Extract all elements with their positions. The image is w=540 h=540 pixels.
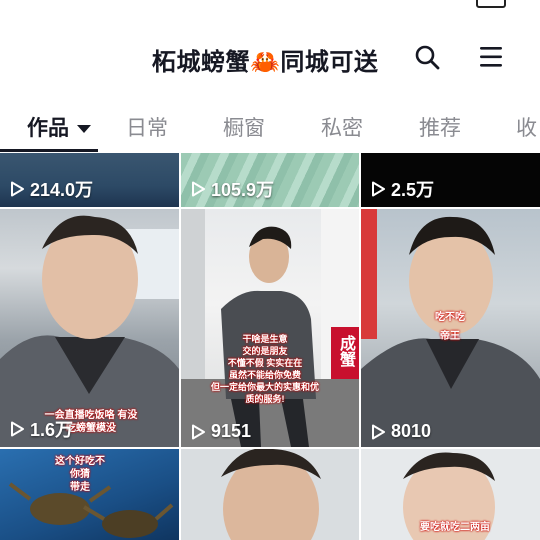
hamburger-menu-icon[interactable] bbox=[478, 46, 504, 70]
caption-line: 质的服务! bbox=[245, 394, 285, 404]
play-count: 1.6万 bbox=[8, 416, 73, 442]
page-title: 柘城螃蟹🦀同城可送 bbox=[152, 49, 379, 76]
play-count-text: 105.9万 bbox=[211, 180, 275, 200]
status-bar bbox=[0, 0, 540, 18]
tab-favorites[interactable]: 收 bbox=[516, 112, 537, 142]
tab-label: 作品 bbox=[27, 117, 69, 140]
tab-bar: 作品 日常 橱窗 私密 推荐 收 bbox=[0, 108, 540, 152]
tab-label: 橱窗 bbox=[223, 117, 265, 140]
tab-label: 收 bbox=[516, 117, 537, 140]
van-scene bbox=[181, 209, 359, 447]
header: 柘城螃蟹🦀同城可送 bbox=[0, 34, 540, 78]
play-count: 214.0万 bbox=[8, 176, 93, 202]
play-icon bbox=[11, 421, 24, 437]
caption-line: 虽然不能给你免费 bbox=[228, 370, 301, 380]
active-tab-indicator bbox=[0, 149, 98, 152]
video-thumbnail[interactable]: 要吃就吃二两亩 bbox=[361, 449, 540, 540]
tab-label: 私密 bbox=[321, 117, 363, 140]
video-thumbnail[interactable]: 214.0万 bbox=[0, 153, 179, 207]
play-count: 8010 bbox=[369, 421, 431, 442]
play-count-text: 214.0万 bbox=[30, 180, 94, 200]
caption-line: 不懂不假 实实在在 bbox=[227, 358, 303, 368]
caption-line: 交的是朋友 bbox=[242, 346, 288, 356]
video-grid: 214.0万 105.9万 2.5万 一会直播吃饭咯 有没吃螃蟹模没 1.6万 … bbox=[0, 153, 540, 540]
video-caption: 这个好吃不 你猜 带走 bbox=[40, 455, 120, 494]
caption-line: 干啥是生意 bbox=[242, 334, 288, 344]
play-count-text: 9151 bbox=[211, 421, 252, 441]
video-thumbnail[interactable] bbox=[181, 449, 359, 540]
video-thumbnail[interactable]: 一会直播吃饭咯 有没吃螃蟹模没 1.6万 bbox=[0, 209, 179, 447]
play-count: 2.5万 bbox=[369, 176, 434, 202]
video-thumbnail[interactable]: 2.5万 bbox=[361, 153, 540, 207]
tab-label: 推荐 bbox=[419, 117, 461, 140]
tab-daily[interactable]: 日常 bbox=[126, 112, 168, 142]
caption-line: 但一定给你最大的实惠和优 bbox=[210, 382, 319, 392]
caption-line: 这个好吃不 bbox=[55, 456, 105, 467]
video-thumbnail[interactable]: 105.9万 bbox=[181, 153, 359, 207]
video-caption: 吃不吃 帝王 bbox=[425, 311, 475, 343]
play-icon bbox=[192, 424, 205, 439]
play-icon bbox=[372, 424, 385, 439]
play-count-text: 2.5万 bbox=[391, 180, 435, 200]
caption-line: 你猜 bbox=[70, 469, 90, 480]
play-icon bbox=[192, 181, 205, 197]
play-count: 105.9万 bbox=[189, 176, 274, 202]
video-thumbnail[interactable]: 干啥是生意 交的是朋友 不懂不假 实实在在 虽然不能给你免费 但一定给你最大的实… bbox=[181, 209, 359, 447]
video-thumbnail[interactable]: 吃不吃 帝王 8010 bbox=[361, 209, 540, 447]
video-caption: 干啥是生意 交的是朋友 不懂不假 实实在在 虽然不能给你免费 但一定给你最大的实… bbox=[205, 333, 325, 405]
tab-works[interactable]: 作品 bbox=[27, 112, 91, 142]
play-icon bbox=[11, 181, 24, 197]
battery-icon bbox=[476, 0, 506, 8]
play-count-text: 1.6万 bbox=[30, 420, 74, 440]
caption-line: 吃不吃 bbox=[435, 312, 465, 323]
play-count-text: 8010 bbox=[391, 421, 432, 441]
tab-recommended[interactable]: 推荐 bbox=[419, 112, 461, 142]
search-icon[interactable] bbox=[414, 44, 440, 70]
play-icon bbox=[372, 181, 385, 197]
caret-down-icon bbox=[77, 125, 91, 134]
van-lettering: 成蟹 bbox=[337, 335, 354, 367]
person-figure bbox=[221, 449, 321, 540]
tab-showcase[interactable]: 橱窗 bbox=[223, 112, 265, 142]
video-thumbnail[interactable]: 这个好吃不 你猜 带走 bbox=[0, 449, 179, 540]
caption-line: 带走 bbox=[70, 482, 90, 493]
caption-line: 帝王 bbox=[440, 331, 460, 342]
play-count: 9151 bbox=[189, 421, 251, 442]
video-caption: 要吃就吃二两亩 bbox=[420, 522, 490, 533]
tab-private[interactable]: 私密 bbox=[321, 112, 363, 142]
tab-label: 日常 bbox=[126, 117, 168, 140]
